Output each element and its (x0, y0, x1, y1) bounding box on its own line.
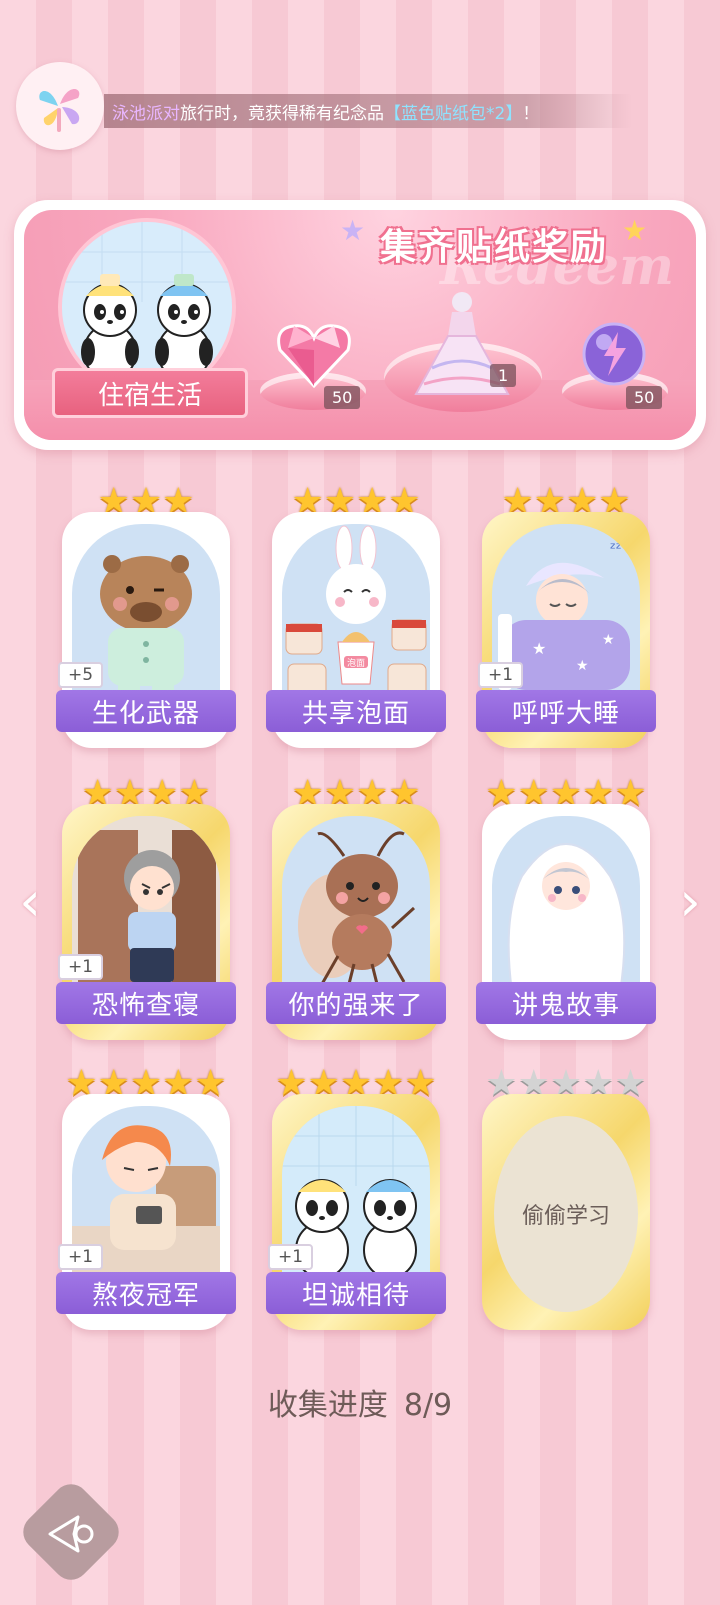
banner-title: 集齐贴纸奖励 (380, 227, 609, 268)
prev-page-arrow[interactable]: ‹ (12, 872, 48, 932)
banner-background: Redeem ★ ★ 集齐贴纸奖励 住宿生活 50 1 50 (24, 210, 696, 440)
noodle-cup-text: 泡面 (347, 657, 365, 669)
sticker-card[interactable]: 泡面 共享泡面 (266, 512, 446, 748)
sticker-name: 讲鬼故事 (476, 982, 656, 1024)
notice-place: 泳池派对 (112, 103, 180, 124)
sticker-name: 熬夜冠军 (56, 1272, 236, 1314)
bonus-badge: +1 (58, 1244, 104, 1270)
progress-label: 收集进度 (267, 1388, 388, 1423)
svg-text:★: ★ (532, 639, 546, 658)
sticker-image (492, 816, 640, 994)
sticker-name: 生化武器 (56, 690, 236, 732)
ghost-costume-icon (507, 843, 626, 994)
sticker-card[interactable]: +1 坦诚相待 (266, 1094, 446, 1330)
sticker-card[interactable]: +5 生化武器 (56, 512, 236, 748)
star-icon: ★ (622, 214, 648, 247)
progress-value: 8/9 (403, 1388, 453, 1423)
sticker-name: 呼呼大睡 (476, 690, 656, 732)
zzz-icon: ᶻᶻ (610, 539, 622, 558)
sticker-card-locked[interactable]: 偷偷学习 (482, 1094, 650, 1330)
sticker-name: 你的强来了 (266, 982, 446, 1024)
sticker-name: 共享泡面 (266, 690, 446, 732)
sticker-card[interactable]: +1 熬夜冠军 (56, 1094, 236, 1330)
svg-text:★: ★ (576, 658, 589, 674)
back-arrow-icon (48, 1515, 94, 1553)
bonus-badge: +1 (58, 954, 104, 980)
cockroach-icon (298, 831, 416, 989)
energy-orb-icon (582, 322, 646, 386)
sticker-name: 恐怖查寝 (56, 982, 236, 1024)
reward-count: 50 (324, 386, 361, 409)
bonus-badge: +5 (58, 662, 104, 688)
sticker-card[interactable]: ᶻᶻ ★ ★ ★ +1 呼呼大睡 (476, 512, 656, 748)
feature-ribbon: 住宿生活 (52, 368, 248, 418)
svg-text:★: ★ (602, 632, 615, 648)
notice-bar: 泳池派对 旅行时，竟获得稀有纪念品 【蓝色贴纸包*2】 ！ (104, 94, 632, 128)
sticker-card[interactable]: 讲鬼故事 (476, 804, 656, 1040)
bunny-noodles-icon: 泡面 (285, 525, 427, 697)
locked-slot: 偷偷学习 (494, 1116, 638, 1312)
star-icon: ★ (340, 214, 366, 247)
reward-banner: Redeem ★ ★ 集齐贴纸奖励 住宿生活 50 1 50 (14, 200, 706, 450)
notice-item: 【蓝色贴纸包*2】 (384, 103, 523, 124)
reward-count: 50 (626, 386, 663, 409)
notice-text: 旅行时，竟获得稀有纪念品 (180, 103, 384, 124)
sticker-card[interactable]: +1 恐怖查寝 (56, 804, 236, 1040)
app-logo[interactable] (16, 62, 104, 150)
pink-heart-gem-icon (277, 324, 351, 389)
panda-pair-icon (62, 222, 232, 392)
sticker-image (282, 816, 430, 994)
reward-item[interactable] (276, 320, 352, 394)
reward-count: 1 (490, 364, 517, 387)
sticker-image: 泡面 (282, 524, 430, 702)
reward-item[interactable] (580, 320, 648, 392)
sticker-card[interactable]: 你的强来了 (266, 804, 446, 1040)
collection-progress: 收集进度 8/9 (0, 1380, 720, 1424)
next-page-arrow[interactable]: › (672, 872, 708, 932)
pinwheel-icon (39, 89, 80, 132)
notice-end: ！ (522, 103, 540, 124)
sticker-name: 坦诚相待 (266, 1272, 446, 1314)
bonus-badge: +1 (268, 1244, 314, 1270)
locked-sticker-name: 偷偷学习 (521, 1204, 610, 1229)
bonus-badge: +1 (478, 662, 524, 688)
